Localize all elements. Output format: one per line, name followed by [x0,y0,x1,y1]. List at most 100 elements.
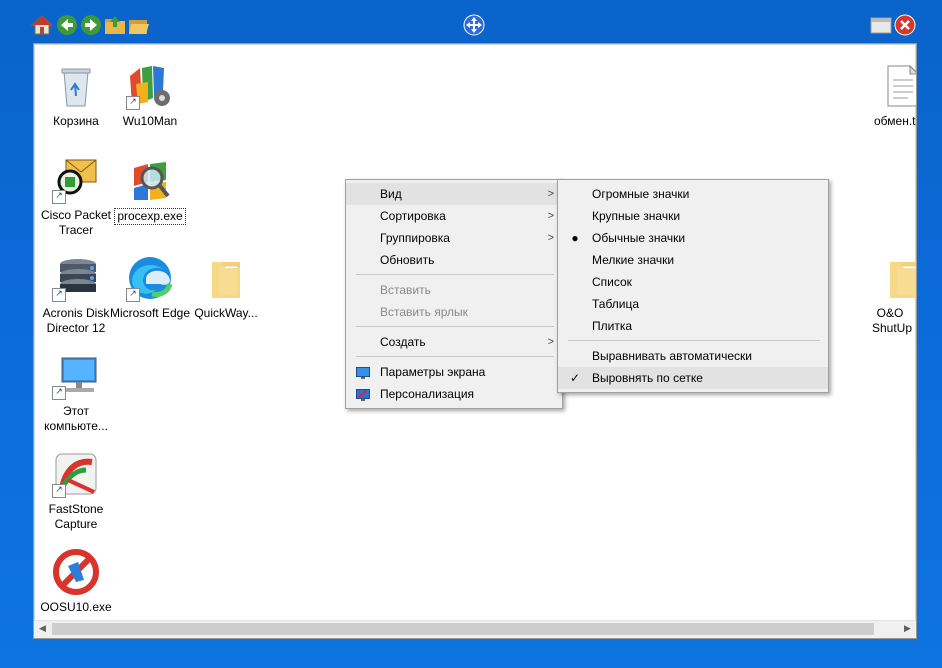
folder-open-icon[interactable] [128,14,150,36]
scroll-right-icon[interactable]: ▶ [899,621,916,638]
icon-label: QuickWay... [194,306,258,320]
procexp-icon [126,156,174,204]
horizontal-scrollbar[interactable]: ◀ ▶ [34,620,916,638]
submenu-item-small-icons[interactable]: Мелкие значки [558,249,828,271]
icon-label: Microsoft Edge [109,306,191,320]
icon-label: Cisco Packet Tracer [40,208,112,237]
menu-item-group[interactable]: Группировка > [346,227,562,249]
menu-item-label: Сортировка [380,209,446,223]
menu-item-label: Персонализация [380,387,475,401]
forward-icon[interactable] [80,14,102,36]
menu-item-refresh[interactable]: Обновить [346,249,562,271]
icon-label: OOSU10.exe [40,600,112,614]
acronis-disk-director-icon: ↗ [52,254,100,302]
shortcut-arrow-icon: ↗ [126,96,140,110]
icon-label: procexp.exe [114,208,186,225]
menu-item-label: Таблица [592,297,640,311]
recycle-bin-icon [52,62,100,110]
menu-item-label: Крупные значки [592,209,681,223]
desktop-icon-oo-shutup[interactable]: O&O ShutUp [866,254,916,336]
icon-label: O&O ShutUp [872,306,913,335]
menu-separator [356,326,554,327]
menu-separator [568,340,820,341]
menu-item-label: Мелкие значки [592,253,675,267]
menu-item-label: Плитка [592,319,633,333]
menu-item-view[interactable]: Вид > [346,183,562,205]
scrollbar-thumb[interactable] [52,623,874,635]
menu-item-label: Огромные значки [592,187,690,201]
cisco-packet-tracer-icon: ↗ [52,156,100,204]
restore-icon[interactable] [870,14,892,36]
menu-item-new[interactable]: Создать > [346,331,562,353]
close-icon[interactable] [894,14,916,36]
menu-item-label: Параметры экрана [380,365,486,379]
menu-item-label: Группировка [380,231,450,245]
desktop-icon-acronis-disk-director[interactable]: ↗ Acronis Disk Director 12 [34,254,118,336]
menu-item-label: Обычные значки [592,231,686,245]
submenu-item-medium-icons[interactable]: ● Обычные значки [558,227,828,249]
text-file-icon [880,62,916,110]
menu-item-label: Вставить ярлык [380,305,468,319]
desktop-icon-cisco-packet-tracer[interactable]: ↗ Cisco Packet Tracer [34,156,118,238]
desktop-icon-recycle-bin[interactable]: Корзина [34,62,118,129]
view-submenu: Огромные значки Крупные значки ● Обычные… [557,179,829,393]
menu-item-sort[interactable]: Сортировка > [346,205,562,227]
chevron-right-icon: > [547,336,554,348]
menu-item-label: Выровнять по сетке [592,371,703,385]
menu-item-paste[interactable]: Вставить [346,279,562,301]
icon-label: Wu10Man [122,114,178,128]
menu-separator [356,356,554,357]
radio-bullet-icon: ● [571,231,579,245]
submenu-item-tiles[interactable]: Плитка [558,315,828,337]
chevron-right-icon: > [547,188,554,200]
desktop-icon-procexp[interactable]: procexp.exe [108,156,192,225]
move-icon[interactable] [463,14,485,36]
scroll-left-icon[interactable]: ◀ [34,621,51,638]
shortcut-arrow-icon: ↗ [52,484,66,498]
home-icon[interactable] [31,14,53,36]
desktop-icon-wu10man[interactable]: ↗ Wu10Man [108,62,192,129]
chevron-right-icon: > [547,232,554,244]
personalization-icon [356,383,370,405]
menu-item-label: Вставить [380,283,431,297]
checkmark-icon: ✓ [569,371,581,385]
desktop-icon-microsoft-edge[interactable]: ↗ Microsoft Edge [108,254,192,321]
display-settings-icon [356,361,370,383]
submenu-item-details[interactable]: Таблица [558,293,828,315]
folder-up-icon[interactable] [104,14,126,36]
menu-separator [356,274,554,275]
desktop-icon-obmen-file[interactable]: обмен.t [866,62,916,129]
chevron-right-icon: > [547,210,554,222]
desktop-icon-quickway-folder[interactable]: QuickWay... [184,254,268,321]
computer-icon: ↗ [52,352,100,400]
submenu-item-large-icons[interactable]: Крупные значки [558,205,828,227]
microsoft-edge-icon: ↗ [126,254,174,302]
desktop-icon-oosu10[interactable]: OOSU10.exe [34,548,118,615]
menu-item-label: Вид [380,187,402,201]
folder-icon [202,254,250,302]
folder-icon [880,254,916,302]
icon-label: Этот компьюте... [44,404,108,433]
shortcut-arrow-icon: ↗ [52,386,66,400]
icon-label: обмен.t [874,114,916,128]
submenu-item-huge-icons[interactable]: Огромные значки [558,183,828,205]
back-icon[interactable] [56,14,78,36]
submenu-item-align-to-grid[interactable]: ✓ Выровнять по сетке [558,367,828,389]
shortcut-arrow-icon: ↗ [126,288,140,302]
top-toolbar [0,0,942,42]
menu-item-label: Список [592,275,632,289]
menu-item-personalization[interactable]: Персонализация [346,383,562,405]
shortcut-arrow-icon: ↗ [52,288,66,302]
desktop-icon-this-pc[interactable]: ↗ Этот компьюте... [34,352,118,434]
menu-item-display-settings[interactable]: Параметры экрана [346,361,562,383]
context-menu: Вид > Сортировка > Группировка > Обновит… [345,179,563,409]
shortcut-arrow-icon: ↗ [52,190,66,204]
menu-item-label: Выравнивать автоматически [592,349,752,363]
icon-label: Корзина [53,114,99,128]
menu-item-paste-shortcut[interactable]: Вставить ярлык [346,301,562,323]
icon-label: Acronis Disk Director 12 [42,306,110,335]
submenu-item-auto-arrange[interactable]: Выравнивать автоматически [558,345,828,367]
submenu-item-list[interactable]: Список [558,271,828,293]
menu-item-label: Создать [380,335,426,349]
desktop-icon-faststone-capture[interactable]: ↗ FastStone Capture [34,450,118,532]
